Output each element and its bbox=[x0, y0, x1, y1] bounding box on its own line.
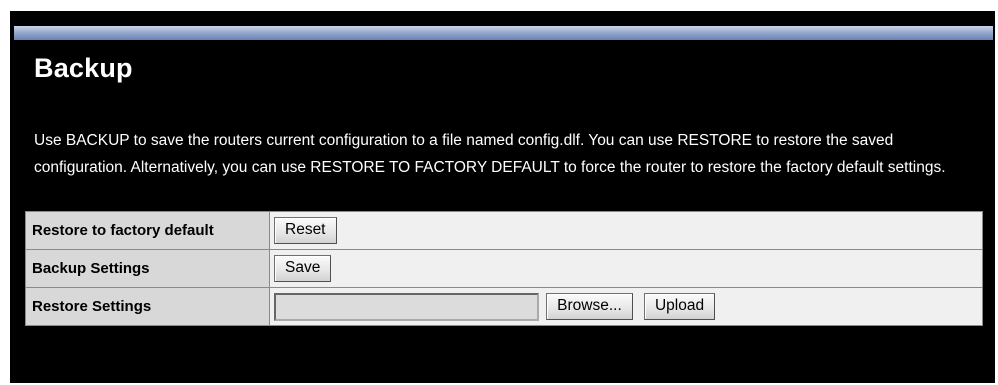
browse-button[interactable]: Browse... bbox=[546, 293, 633, 320]
restore-factory-label: Restore to factory default bbox=[25, 211, 270, 250]
backup-panel: Backup Use BACKUP to save the routers cu… bbox=[10, 11, 995, 383]
save-button[interactable]: Save bbox=[274, 255, 332, 282]
backup-settings-table: Restore to factory default Reset Backup … bbox=[25, 211, 983, 326]
restore-settings-cell: Browse... Upload bbox=[269, 287, 983, 326]
backup-settings-label: Backup Settings bbox=[25, 249, 270, 288]
upload-button[interactable]: Upload bbox=[643, 293, 716, 320]
page-description: Use BACKUP to save the routers current c… bbox=[34, 132, 946, 176]
table-row: Backup Settings Save bbox=[25, 249, 983, 288]
table-row: Restore Settings Browse... Upload bbox=[25, 287, 983, 326]
page-title: Backup bbox=[34, 53, 133, 83]
reset-button[interactable]: Reset bbox=[274, 217, 337, 244]
restore-factory-cell: Reset bbox=[269, 211, 983, 250]
backup-settings-cell: Save bbox=[269, 249, 983, 288]
restore-settings-label: Restore Settings bbox=[25, 287, 270, 326]
header-bar bbox=[14, 26, 993, 40]
table-row: Restore to factory default Reset bbox=[25, 211, 983, 250]
file-path-input[interactable] bbox=[274, 292, 539, 321]
